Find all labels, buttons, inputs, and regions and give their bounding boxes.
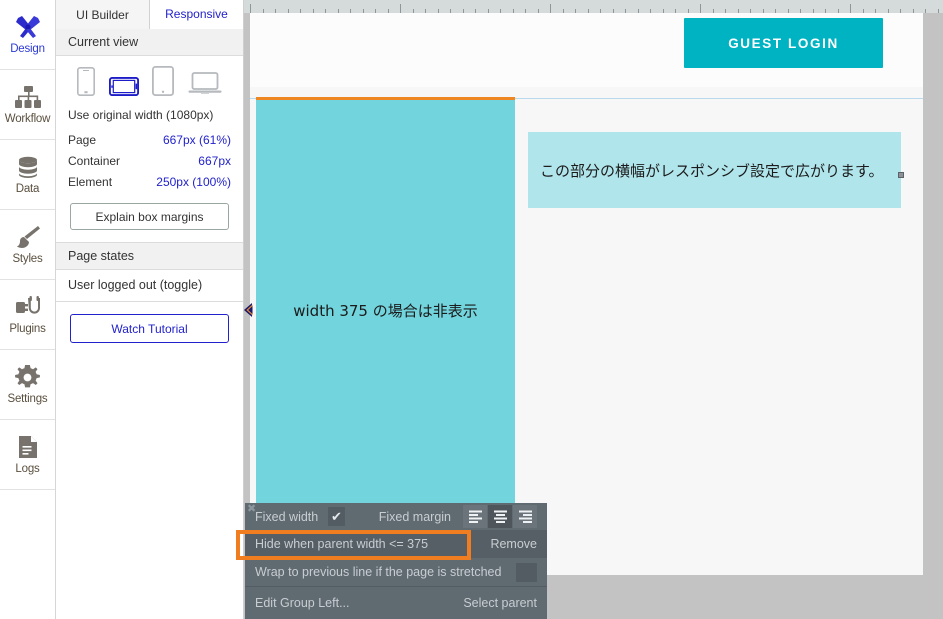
device-preview-row xyxy=(56,56,243,102)
ctx-row-hide-when[interactable]: Hide when parent width <= 375 Remove xyxy=(245,530,547,558)
alignment-button-group xyxy=(463,505,537,528)
fixed-margin-label: Fixed margin xyxy=(378,509,451,524)
rail-item-settings[interactable]: Settings xyxy=(0,350,55,420)
phone-landscape-icon[interactable] xyxy=(108,76,139,97)
ruler-tick xyxy=(938,9,939,13)
rail-item-logs[interactable]: Logs xyxy=(0,420,55,490)
element-property-editor: ✖ Fixed width ✔ Fixed margin Hide when p… xyxy=(236,503,547,619)
bubble-editor-window: Design Workflow Data Styles Plugins Sett… xyxy=(0,0,943,619)
metric-page-value: 667px (61%) xyxy=(162,133,231,147)
ctx-row-wrap: Wrap to previous line if the page is str… xyxy=(245,558,547,586)
explain-box-margins-button[interactable]: Explain box margins xyxy=(70,203,229,230)
plug-icon xyxy=(15,294,41,320)
metric-container-label: Container xyxy=(68,154,121,168)
watch-tutorial-button[interactable]: Watch Tutorial xyxy=(70,314,229,343)
responsive-text-box[interactable]: この部分の横幅がレスポンシブ設定で広がります。 xyxy=(528,132,904,208)
horizontal-ruler[interactable] xyxy=(244,0,943,13)
ruler-tick xyxy=(550,4,551,13)
cyan-group-element[interactable]: width 375 の場合は非表示 xyxy=(256,100,515,520)
rail-label-data: Data xyxy=(15,183,40,195)
remove-button[interactable]: Remove xyxy=(490,537,537,551)
guest-login-button[interactable]: GUEST LOGIN xyxy=(684,18,883,68)
explain-box-margins-wrap: Explain box margins xyxy=(56,193,243,243)
rail-label-design: Design xyxy=(10,43,45,55)
gear-icon xyxy=(15,364,40,390)
wrap-to-previous-line-label: Wrap to previous line if the page is str… xyxy=(255,565,502,579)
metric-element-value: 250px (100%) xyxy=(156,175,231,189)
database-icon xyxy=(16,154,40,180)
ruler-tick xyxy=(925,9,926,13)
phone-portrait-icon[interactable] xyxy=(76,67,95,96)
wrap-checkbox[interactable] xyxy=(516,562,537,582)
metric-element-label: Element xyxy=(68,175,113,189)
design-tools-icon xyxy=(15,14,41,40)
laptop-icon[interactable] xyxy=(188,70,222,96)
rail-label-styles: Styles xyxy=(12,253,43,265)
panel-body: Use original width (1080px) Page 667px (… xyxy=(56,56,243,355)
metric-element: Element 250px (100%) xyxy=(56,172,243,193)
responsive-settings-panel: UI Builder Responsive Current view Use o… xyxy=(56,0,244,619)
original-width-label: Use original width (1080px) xyxy=(68,108,214,122)
ruler-tick xyxy=(400,4,401,13)
cyan-group-label: width 375 の場合は非表示 xyxy=(293,301,478,320)
ctx-row-footer: Edit Group Left... Select parent xyxy=(245,586,547,619)
current-view-heading: Current view xyxy=(56,29,243,56)
select-parent-button[interactable]: Select parent xyxy=(463,596,537,610)
edit-group-button[interactable]: Edit Group Left... xyxy=(255,596,350,610)
page-preview: GUEST LOGIN width 375 の場合は非表示 この部分の横幅がレス… xyxy=(250,13,923,575)
workflow-icon xyxy=(14,84,41,110)
metric-container: Container 667px xyxy=(56,151,243,172)
tab-responsive[interactable]: Responsive xyxy=(150,0,243,29)
document-icon xyxy=(18,434,38,460)
close-icon[interactable]: ✖ xyxy=(247,504,256,515)
ruler-tick xyxy=(250,4,251,13)
user-logged-out-toggle[interactable]: User logged out (toggle) xyxy=(56,270,243,302)
page-states-heading: Page states xyxy=(56,243,243,270)
responsive-text-label: この部分の横幅がレスポンシブ設定で広がります。 xyxy=(540,161,884,180)
ctx-row-fixed-width: Fixed width ✔ Fixed margin xyxy=(245,503,547,530)
ruler-tick xyxy=(850,4,851,13)
rail-label-workflow: Workflow xyxy=(4,113,51,125)
rail-item-data[interactable]: Data xyxy=(0,140,55,210)
fixed-width-label: Fixed width xyxy=(255,509,319,524)
panel-collapse-handle[interactable] xyxy=(244,303,253,317)
align-left-icon[interactable] xyxy=(463,505,487,528)
paintbrush-icon xyxy=(15,224,41,250)
selection-top-border xyxy=(256,97,515,100)
panel-tab-bar: UI Builder Responsive xyxy=(56,0,243,29)
align-center-icon[interactable] xyxy=(488,505,512,528)
rail-item-plugins[interactable]: Plugins xyxy=(0,280,55,350)
hide-when-parent-width-label: Hide when parent width <= 375 xyxy=(255,537,429,551)
metric-container-value: 667px xyxy=(198,154,231,168)
fixed-width-checkbox[interactable]: ✔ xyxy=(328,507,345,526)
align-right-icon[interactable] xyxy=(513,505,537,528)
rail-item-workflow[interactable]: Workflow xyxy=(0,70,55,140)
watch-tutorial-wrap: Watch Tutorial xyxy=(56,302,243,355)
rail-label-logs: Logs xyxy=(15,463,40,475)
rail-item-styles[interactable]: Styles xyxy=(0,210,55,280)
checkmark-icon: ✔ xyxy=(331,509,342,524)
metric-page: Page 667px (61%) xyxy=(56,130,243,151)
resize-handle[interactable] xyxy=(898,172,904,178)
tablet-icon[interactable] xyxy=(152,65,175,97)
ruler-tick xyxy=(700,4,701,13)
rail-label-plugins: Plugins xyxy=(9,323,46,335)
metric-page-label: Page xyxy=(68,133,97,147)
tab-ui-builder[interactable]: UI Builder xyxy=(56,0,150,29)
left-icon-rail: Design Workflow Data Styles Plugins Sett… xyxy=(0,0,56,619)
rail-item-design[interactable]: Design xyxy=(0,0,55,70)
rail-label-settings: Settings xyxy=(7,393,48,405)
